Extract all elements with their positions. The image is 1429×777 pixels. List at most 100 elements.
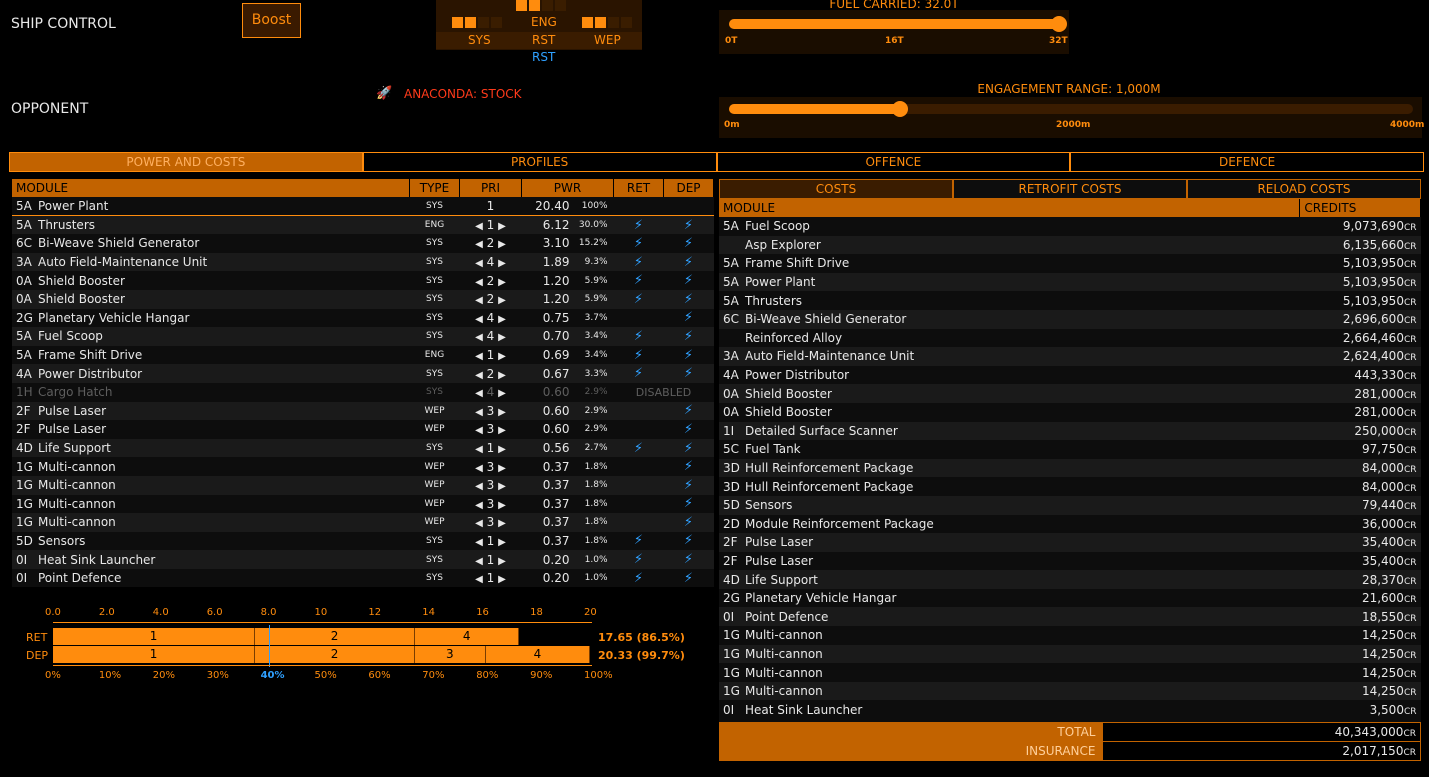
module-ret[interactable]: ⚡	[613, 252, 664, 272]
pri-decrease-icon[interactable]: ◀	[475, 574, 483, 585]
module-ret[interactable]: ⚡	[613, 568, 664, 588]
dep-bolt-icon[interactable]: ⚡	[684, 441, 693, 456]
pri-decrease-icon[interactable]: ◀	[475, 407, 483, 418]
dep-bolt-icon[interactable]: ⚡	[684, 533, 693, 548]
module-ret[interactable]: ⚡	[613, 345, 664, 365]
pri-decrease-icon[interactable]: ◀	[475, 537, 483, 548]
cost-row[interactable]: Asp Explorer 6,135,660CR	[719, 235, 1421, 255]
cost-row[interactable]: 0A Shield Booster 281,000CR	[719, 384, 1421, 403]
tab-retrofit-costs[interactable]: RETROFIT COSTS	[953, 179, 1187, 199]
cost-row[interactable]: 2D Module Reinforcement Package 36,000CR	[719, 514, 1421, 534]
pri-decrease-icon[interactable]: ◀	[475, 295, 483, 306]
module-dep[interactable]: ⚡	[663, 438, 714, 458]
dep-bolt-icon[interactable]: ⚡	[684, 348, 693, 363]
sys-label[interactable]: SYS	[468, 33, 491, 47]
pri-increase-icon[interactable]: ▶	[498, 351, 506, 362]
pri-increase-icon[interactable]: ▶	[498, 407, 506, 418]
module-ret[interactable]: ⚡	[613, 327, 664, 346]
pri-increase-icon[interactable]: ▶	[498, 481, 506, 492]
module-row[interactable]: 4A Power Distributor SYS ◀ 2 ▶ 0.67 3.3% ⚡ ⚡	[12, 364, 714, 383]
module-row[interactable]: 5A Thrusters ENG ◀ 1 ▶ 6.12 30.0% ⚡ ⚡	[12, 215, 714, 235]
eng-pips[interactable]	[516, 0, 568, 14]
module-row[interactable]: 1G Multi-cannon WEP ◀ 3 ▶ 0.37 1.8% ⚡	[12, 494, 714, 514]
module-dep[interactable]: ⚡	[663, 289, 714, 309]
pri-decrease-icon[interactable]: ◀	[475, 518, 483, 529]
module-ret[interactable]: ⚡	[613, 271, 664, 290]
module-dep[interactable]: ⚡	[663, 475, 714, 495]
pri-decrease-icon[interactable]: ◀	[475, 388, 483, 399]
wep-label[interactable]: WEP	[594, 33, 621, 47]
ret-bolt-icon[interactable]: ⚡	[634, 366, 643, 381]
dep-bolt-icon[interactable]: ⚡	[684, 422, 693, 437]
pri-increase-icon[interactable]: ▶	[498, 518, 506, 529]
module-ret[interactable]: DISABLED	[613, 382, 714, 402]
ret-bolt-icon[interactable]: ⚡	[634, 571, 643, 586]
cost-row[interactable]: 2G Planetary Vehicle Hangar 21,600CR	[719, 588, 1421, 608]
boost-button[interactable]: Boost	[242, 3, 301, 38]
cost-row[interactable]: 5A Fuel Scoop 9,073,690CR	[719, 217, 1421, 236]
pri-increase-icon[interactable]: ▶	[498, 537, 506, 548]
pri-increase-icon[interactable]: ▶	[498, 239, 506, 250]
module-dep[interactable]: ⚡	[663, 327, 714, 346]
dep-bolt-icon[interactable]: ⚡	[684, 255, 693, 270]
module-row[interactable]: 0I Point Defence SYS ◀ 1 ▶ 0.20 1.0% ⚡ ⚡	[12, 568, 714, 588]
dep-bolt-icon[interactable]: ⚡	[684, 273, 693, 288]
range-slider[interactable]: 0m 2000m 4000m	[719, 97, 1424, 138]
fuel-knob[interactable]	[1051, 16, 1067, 32]
module-dep[interactable]: ⚡	[663, 401, 714, 421]
module-row[interactable]: 0A Shield Booster SYS ◀ 2 ▶ 1.20 5.9% ⚡ ⚡	[12, 289, 714, 309]
module-row[interactable]: 5A Power Plant SYS 1 20.40 100%	[12, 197, 714, 217]
fuel-slider[interactable]: 0T 16T 32T	[719, 10, 1069, 54]
pri-decrease-icon[interactable]: ◀	[475, 444, 483, 455]
cost-row[interactable]: Reinforced Alloy 2,664,460CR	[719, 328, 1421, 348]
dep-bolt-icon[interactable]: ⚡	[684, 496, 693, 511]
module-ret[interactable]: ⚡	[613, 531, 664, 551]
cost-row[interactable]: 0A Shield Booster 281,000CR	[719, 402, 1421, 422]
cost-row[interactable]: 3D Hull Reinforcement Package 84,000CR	[719, 458, 1421, 478]
module-row[interactable]: 2F Pulse Laser WEP ◀ 3 ▶ 0.60 2.9% ⚡	[12, 420, 714, 439]
pri-decrease-icon[interactable]: ◀	[475, 500, 483, 511]
module-row[interactable]: 5A Fuel Scoop SYS ◀ 4 ▶ 0.70 3.4% ⚡ ⚡	[12, 327, 714, 346]
col-cost-module[interactable]: MODULE	[719, 199, 1301, 217]
col-pri[interactable]: PRI	[459, 179, 522, 197]
module-dep[interactable]: ⚡	[663, 513, 714, 532]
module-dep[interactable]: ⚡	[663, 345, 714, 365]
dep-bolt-icon[interactable]: ⚡	[684, 515, 693, 530]
cost-row[interactable]: 4A Power Distributor 443,330CR	[719, 365, 1421, 385]
cost-row[interactable]: 4D Life Support 28,370CR	[719, 570, 1421, 589]
module-row[interactable]: 0I Heat Sink Launcher SYS ◀ 1 ▶ 0.20 1.0% ⚡ ⚡	[12, 550, 714, 569]
module-ret[interactable]	[613, 197, 664, 217]
module-dep[interactable]: ⚡	[663, 494, 714, 514]
cost-row[interactable]: 5D Sensors 79,440CR	[719, 495, 1421, 515]
module-row[interactable]: 2G Planetary Vehicle Hangar SYS ◀ 4 ▶ 0.75 3.…	[12, 308, 714, 328]
module-row[interactable]: 3A Auto Field-Maintenance Unit SYS ◀ 4 ▶ 1.8…	[12, 252, 714, 272]
module-dep[interactable]: ⚡	[663, 215, 714, 235]
cost-row[interactable]: 1G Multi-cannon 14,250CR	[719, 681, 1421, 701]
pri-increase-icon[interactable]: ▶	[498, 277, 506, 288]
ret-bolt-icon[interactable]: ⚡	[634, 255, 643, 270]
pri-increase-icon[interactable]: ▶	[498, 463, 506, 474]
module-ret[interactable]: ⚡	[613, 364, 664, 383]
tab-profiles[interactable]: PROFILES	[362, 152, 717, 172]
pri-increase-icon[interactable]: ▶	[498, 221, 506, 232]
module-dep[interactable]: ⚡	[663, 420, 714, 439]
pri-increase-icon[interactable]: ▶	[498, 258, 506, 269]
tab-defence[interactable]: DEFENCE	[1070, 152, 1424, 172]
col-type[interactable]: TYPE	[409, 179, 460, 197]
sys-pips[interactable]	[452, 17, 504, 31]
cost-row[interactable]: 1G Multi-cannon 14,250CR	[719, 626, 1421, 645]
dep-bolt-icon[interactable]: ⚡	[684, 236, 693, 251]
rst-label[interactable]: RST	[532, 33, 555, 47]
ret-bolt-icon[interactable]: ⚡	[634, 236, 643, 251]
cost-row[interactable]: 6C Bi-Weave Shield Generator 2,696,600CR	[719, 309, 1421, 329]
dep-bolt-icon[interactable]: ⚡	[684, 403, 693, 418]
pri-decrease-icon[interactable]: ◀	[475, 258, 483, 269]
pri-increase-icon[interactable]: ▶	[498, 574, 506, 585]
pri-increase-icon[interactable]: ▶	[498, 332, 506, 343]
tab-reload-costs[interactable]: RELOAD COSTS	[1187, 179, 1421, 199]
ret-bolt-icon[interactable]: ⚡	[634, 441, 643, 456]
module-row[interactable]: 6C Bi-Weave Shield Generator SYS ◀ 2 ▶ 3.10 1…	[12, 234, 714, 253]
col-pwr[interactable]: PWR	[521, 179, 614, 197]
dep-bolt-icon[interactable]: ⚡	[684, 571, 693, 586]
dep-bolt-icon[interactable]: ⚡	[684, 218, 693, 233]
